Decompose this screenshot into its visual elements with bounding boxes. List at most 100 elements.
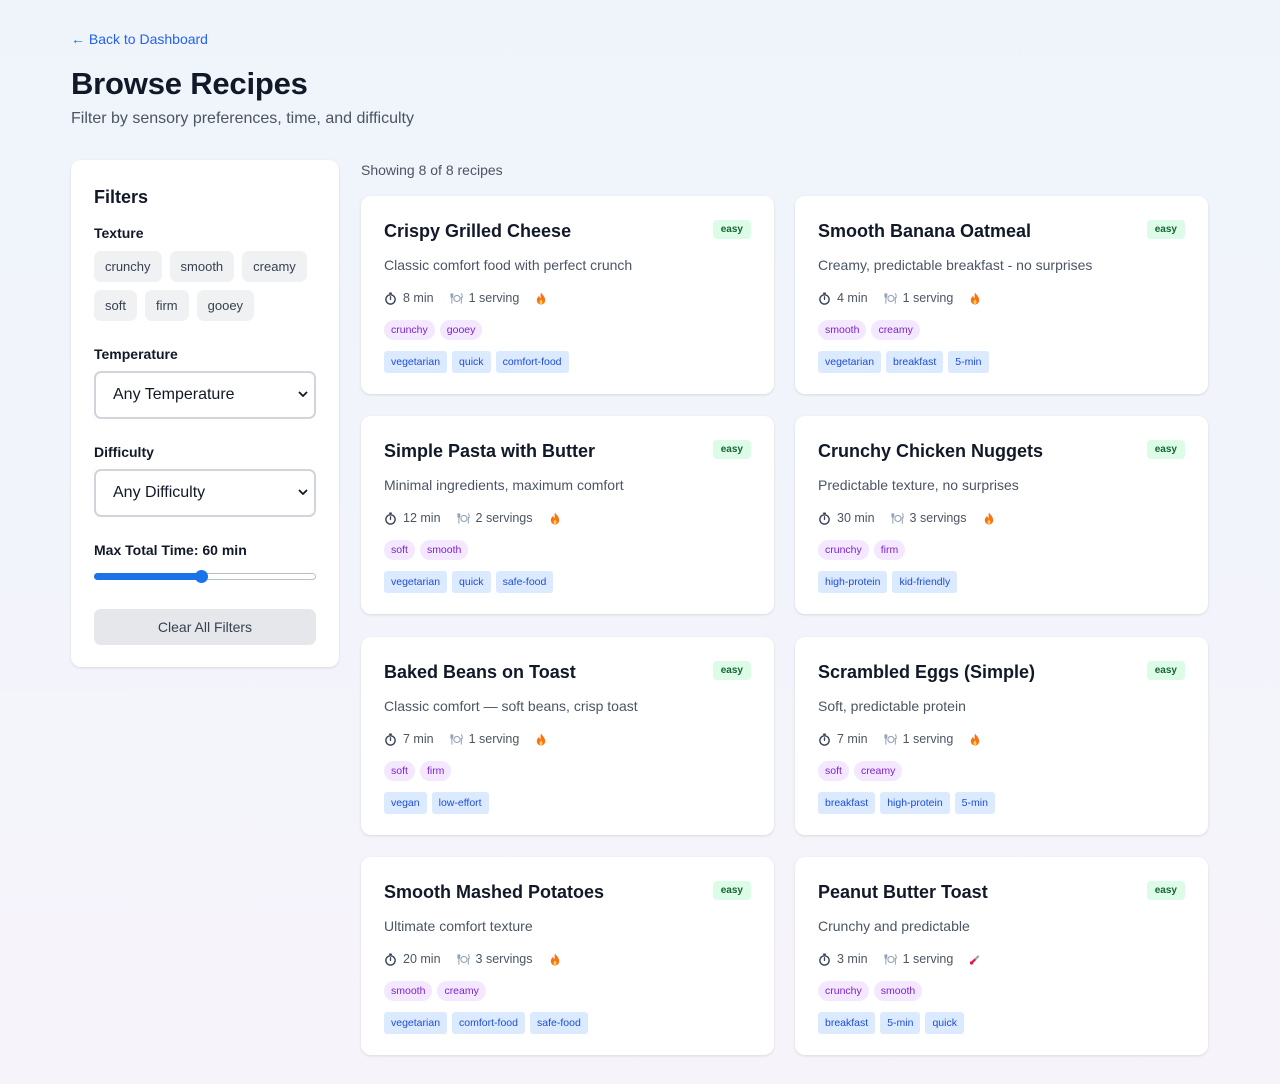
texture-tag: crunchy <box>818 981 869 1001</box>
back-to-dashboard-link[interactable]: ← Back to Dashboard <box>71 31 208 47</box>
flame-icon <box>550 952 559 966</box>
texture-chip[interactable]: creamy <box>242 251 307 282</box>
texture-tag: creamy <box>853 761 903 781</box>
difficulty-badge: easy <box>1146 440 1185 459</box>
difficulty-badge: easy <box>712 661 751 680</box>
texture-chip[interactable]: smooth <box>169 251 235 282</box>
difficulty-badge: easy <box>1146 220 1185 239</box>
servings: 3 servings <box>890 511 967 525</box>
servings: 1 serving <box>883 952 953 966</box>
servings-value: 2 servings <box>475 511 533 525</box>
texture-tag: smooth <box>873 981 923 1001</box>
flame-icon <box>984 511 993 525</box>
texture-tag: crunchy <box>384 320 435 340</box>
servings-value: 1 serving <box>902 291 954 305</box>
texture-tag: smooth <box>384 981 433 1001</box>
recipe-tag: high-protein <box>880 792 950 814</box>
recipe-tag: 5-min <box>948 351 989 373</box>
max-time-slider[interactable] <box>94 570 316 583</box>
texture-tag: creamy <box>437 981 486 1001</box>
temperature-select[interactable]: Any Temperature <box>94 371 316 419</box>
max-time-label: Max Total Time: 60 min <box>94 542 247 558</box>
texture-chip[interactable]: soft <box>94 290 137 321</box>
recipe-card[interactable]: Smooth Banana Oatmeal easy Creamy, predi… <box>795 196 1208 394</box>
texture-tags: soft creamy <box>818 761 903 781</box>
recipe-title: Scrambled Eggs (Simple) <box>818 662 1036 682</box>
difficulty-select-value: Any Difficulty <box>113 484 206 501</box>
diet-tags: high-protein kid-friendly <box>818 571 958 593</box>
servings-value: 1 serving <box>902 732 954 746</box>
texture-chip[interactable]: gooey <box>196 290 255 321</box>
chevron-down-icon <box>298 489 308 495</box>
difficulty-select[interactable]: Any Difficulty <box>94 469 316 517</box>
stopwatch-icon <box>819 732 830 746</box>
recipe-card[interactable]: Crispy Grilled Cheese easy Classic comfo… <box>361 196 774 394</box>
texture-chip-row-2: soft firm gooey <box>94 290 255 321</box>
recipe-tag: vegan <box>384 792 427 814</box>
texture-tags: soft smooth <box>384 540 469 560</box>
difficulty-badge: easy <box>712 220 751 239</box>
prep-time: 30 min <box>818 511 875 525</box>
flame-icon <box>537 732 546 746</box>
stopwatch-icon <box>385 952 396 966</box>
texture-tags: crunchy gooey <box>384 320 483 340</box>
flame-icon <box>971 291 980 305</box>
recipe-title: Peanut Butter Toast <box>818 882 988 902</box>
prep-time-value: 3 min <box>837 952 868 966</box>
recipe-card[interactable]: Peanut Butter Toast easy Crunchy and pre… <box>795 857 1208 1055</box>
recipe-tag: breakfast <box>818 792 876 814</box>
recipe-card[interactable]: Simple Pasta with Butter easy Minimal in… <box>361 416 774 614</box>
recipe-tag: quick <box>452 351 491 373</box>
plate-cutlery-icon <box>456 953 470 965</box>
temperature-indicator <box>549 952 561 966</box>
temperature-indicator <box>969 953 981 966</box>
prep-time: 3 min <box>818 952 868 966</box>
servings-value: 3 servings <box>475 952 533 966</box>
filters-title: Filters <box>94 187 149 207</box>
results-count: Showing 8 of 8 recipes <box>361 162 503 178</box>
servings: 1 serving <box>883 291 954 305</box>
texture-chip[interactable]: firm <box>144 290 189 321</box>
texture-label: Texture <box>94 225 144 241</box>
recipe-description: Creamy, predictable breakfast - no surpr… <box>818 257 1093 273</box>
filters-panel: Filters Texture crunchy smooth creamy so… <box>71 160 339 667</box>
texture-tag: soft <box>384 540 415 560</box>
recipe-card[interactable]: Smooth Mashed Potatoes easy Ultimate com… <box>361 857 774 1055</box>
texture-tag: creamy <box>871 320 920 340</box>
texture-tag: gooey <box>439 320 483 340</box>
recipe-card[interactable]: Baked Beans on Toast easy Classic comfor… <box>361 637 774 835</box>
slider-thumb[interactable] <box>194 570 208 583</box>
recipe-card[interactable]: Crunchy Chicken Nuggets easy Predictable… <box>795 416 1208 614</box>
stopwatch-icon <box>819 952 830 966</box>
recipe-card[interactable]: Scrambled Eggs (Simple) easy Soft, predi… <box>795 637 1208 835</box>
servings: 1 serving <box>449 732 519 746</box>
texture-tag: soft <box>384 761 415 781</box>
recipe-tag: 5-min <box>954 792 995 814</box>
prep-time-value: 7 min <box>837 732 868 746</box>
recipe-meta: 3 min 1 serving <box>818 952 997 966</box>
plate-cutlery-icon <box>456 512 470 524</box>
texture-tags: smooth creamy <box>818 320 920 340</box>
texture-chip[interactable]: crunchy <box>94 251 162 282</box>
recipe-tag: kid-friendly <box>892 571 958 593</box>
servings-value: 3 servings <box>909 511 967 525</box>
recipe-description: Predictable texture, no surprises <box>818 477 1019 493</box>
servings: 2 servings <box>456 511 533 525</box>
recipe-title: Simple Pasta with Butter <box>384 441 596 461</box>
recipe-meta: 7 min 1 serving <box>818 732 997 746</box>
prep-time: 7 min <box>384 732 434 746</box>
recipe-tag: 5-min <box>880 1012 921 1034</box>
recipe-meta: 8 min 1 serving <box>384 291 563 305</box>
texture-tags: smooth creamy <box>384 981 486 1001</box>
recipe-tag: safe-food <box>495 571 554 593</box>
thermometer-icon <box>970 954 980 965</box>
difficulty-badge: easy <box>1146 661 1185 680</box>
texture-tag: firm <box>419 761 452 781</box>
prep-time: 12 min <box>384 511 441 525</box>
texture-tags: crunchy smooth <box>818 981 923 1001</box>
page-title: Browse Recipes <box>71 66 308 101</box>
recipe-description: Soft, predictable protein <box>818 698 966 714</box>
stopwatch-icon <box>385 291 396 305</box>
clear-all-filters-button[interactable]: Clear All Filters <box>94 609 316 645</box>
difficulty-badge: easy <box>712 440 751 459</box>
